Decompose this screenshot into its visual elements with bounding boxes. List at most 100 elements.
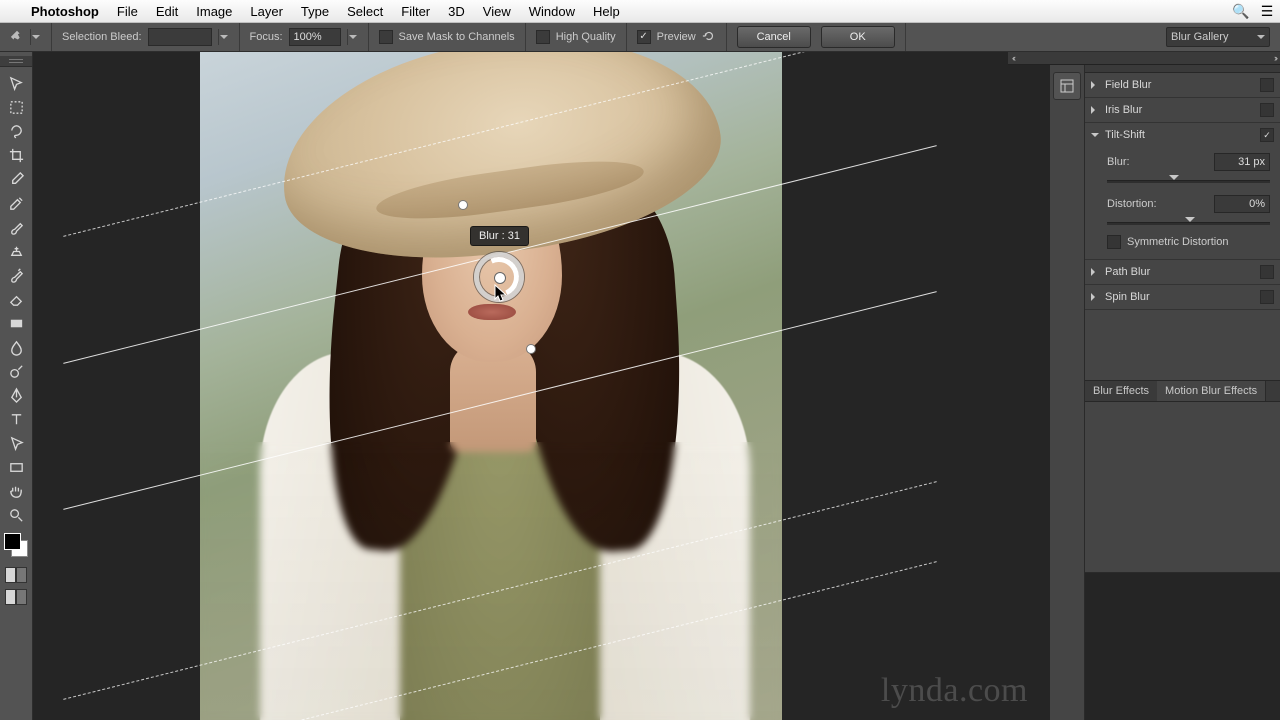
dodge-tool[interactable] [4, 360, 28, 382]
blur-tool[interactable] [4, 336, 28, 358]
marquee-tool[interactable] [4, 96, 28, 118]
collapse-left-icon[interactable]: ‹‹ [1012, 53, 1014, 63]
gradient-tool[interactable] [4, 312, 28, 334]
distortion-label: Distortion: [1107, 198, 1157, 210]
chevron-right-icon [1091, 293, 1099, 301]
menu-view[interactable]: View [474, 4, 520, 19]
color-swatches[interactable] [4, 533, 28, 557]
blur-value[interactable]: 31 px [1214, 153, 1270, 171]
save-mask-checkbox[interactable] [379, 30, 393, 44]
section-iris-blur[interactable]: Iris Blur [1085, 98, 1280, 122]
toolbox-grip[interactable] [0, 56, 32, 67]
tool-preset-dropdown[interactable] [30, 29, 41, 45]
menu-file[interactable]: File [108, 4, 147, 19]
focus-label: Focus: [250, 31, 283, 43]
right-panel-column: ‹‹ ›› Blur Tools Field Blur [1050, 52, 1280, 720]
crop-tool[interactable] [4, 144, 28, 166]
tiltshift-blur-ring[interactable] [474, 252, 524, 302]
path-blur-toggle[interactable] [1260, 265, 1274, 279]
tilt-shift-toggle[interactable] [1260, 128, 1274, 142]
brush-tool[interactable] [4, 216, 28, 238]
menu-type[interactable]: Type [292, 4, 338, 19]
menu-select[interactable]: Select [338, 4, 392, 19]
iris-blur-toggle[interactable] [1260, 103, 1274, 117]
selection-bleed-dropdown[interactable] [218, 29, 229, 45]
quickmask-toggle[interactable] [5, 567, 27, 583]
foreground-color-swatch[interactable] [4, 533, 21, 550]
tiltshift-handle[interactable] [458, 200, 468, 210]
healing-brush-tool[interactable] [4, 192, 28, 214]
toolbox [0, 52, 33, 720]
panel-dock [1050, 52, 1085, 720]
iris-blur-label: Iris Blur [1105, 104, 1142, 116]
distortion-value[interactable]: 0% [1214, 195, 1270, 213]
selection-bleed-input[interactable] [148, 28, 212, 46]
eyedropper-tool[interactable] [4, 168, 28, 190]
screenmode-toggle[interactable] [5, 589, 27, 605]
ok-button[interactable]: OK [821, 26, 895, 48]
focus-dropdown[interactable] [347, 29, 358, 45]
zoom-tool[interactable] [4, 504, 28, 526]
clone-stamp-tool[interactable] [4, 240, 28, 262]
panel-tabstrip[interactable]: ‹‹ ›› [1008, 52, 1280, 65]
field-blur-toggle[interactable] [1260, 78, 1274, 92]
pin-icon[interactable] [10, 29, 24, 46]
preview-checkbox[interactable] [637, 30, 651, 44]
high-quality-label: High Quality [556, 31, 616, 43]
menu-image[interactable]: Image [187, 4, 241, 19]
collapse-right-icon[interactable]: ›› [1274, 53, 1276, 63]
path-selection-tool[interactable] [4, 432, 28, 454]
hand-tool[interactable] [4, 480, 28, 502]
tilt-shift-label: Tilt-Shift [1105, 129, 1145, 141]
menu-help[interactable]: Help [584, 4, 629, 19]
move-tool[interactable] [4, 72, 28, 94]
section-path-blur[interactable]: Path Blur [1085, 260, 1280, 284]
pen-tool[interactable] [4, 384, 28, 406]
tab-blur-effects[interactable]: Blur Effects [1085, 381, 1157, 401]
tab-motion-blur-effects[interactable]: Motion Blur Effects [1157, 381, 1266, 401]
cancel-button[interactable]: Cancel [737, 26, 811, 48]
menu-layer[interactable]: Layer [241, 4, 292, 19]
watermark: lynda.com [881, 672, 1028, 710]
menu-3d[interactable]: 3D [439, 4, 474, 19]
document-image[interactable]: Blur : 31 [200, 52, 782, 720]
lasso-tool[interactable] [4, 120, 28, 142]
workspace-mode-label: Blur Gallery [1171, 31, 1228, 43]
menu-edit[interactable]: Edit [147, 4, 187, 19]
preview-label: Preview [657, 31, 696, 43]
tiltshift-handle[interactable] [526, 344, 536, 354]
app-name[interactable]: Photoshop [22, 4, 108, 19]
workspace-mode-dropdown[interactable]: Blur Gallery [1166, 27, 1270, 47]
blur-effects-panel: Blur Effects Motion Blur Effects [1085, 380, 1280, 573]
menu-filter[interactable]: Filter [392, 4, 439, 19]
canvas-area[interactable]: Blur : 31 lynda.com [33, 52, 1050, 720]
type-tool[interactable] [4, 408, 28, 430]
section-spin-blur[interactable]: Spin Blur [1085, 285, 1280, 309]
focus-input[interactable] [289, 28, 341, 46]
menubar-list-icon[interactable]: ☰ [1254, 3, 1280, 20]
eraser-tool[interactable] [4, 288, 28, 310]
selection-bleed-label: Selection Bleed: [62, 31, 142, 43]
section-tilt-shift[interactable]: Tilt-Shift [1085, 123, 1280, 147]
panels: Blur Tools Field Blur Iris Blur [1085, 52, 1280, 720]
rectangle-tool[interactable] [4, 456, 28, 478]
dock-button[interactable] [1053, 72, 1081, 100]
history-brush-tool[interactable] [4, 264, 28, 286]
chevron-right-icon [1091, 81, 1099, 89]
menu-window[interactable]: Window [520, 4, 584, 19]
spin-blur-toggle[interactable] [1260, 290, 1274, 304]
section-field-blur[interactable]: Field Blur [1085, 73, 1280, 97]
field-blur-label: Field Blur [1105, 79, 1151, 91]
symmetric-distortion-label: Symmetric Distortion [1127, 236, 1228, 248]
chevron-down-icon [1091, 133, 1099, 141]
workspace: Blur : 31 lynda.com ‹‹ ›› Blur Tools Fie [0, 52, 1280, 720]
revert-icon[interactable] [702, 29, 716, 46]
tiltshift-pin-center[interactable] [494, 272, 506, 284]
blur-tooltip: Blur : 31 [470, 226, 529, 246]
blur-slider[interactable] [1107, 175, 1270, 187]
symmetric-distortion-checkbox[interactable] [1107, 235, 1121, 249]
high-quality-checkbox[interactable] [536, 30, 550, 44]
spotlight-icon[interactable]: 🔍 [1228, 3, 1254, 20]
spin-blur-label: Spin Blur [1105, 291, 1150, 303]
distortion-slider[interactable] [1107, 217, 1270, 229]
